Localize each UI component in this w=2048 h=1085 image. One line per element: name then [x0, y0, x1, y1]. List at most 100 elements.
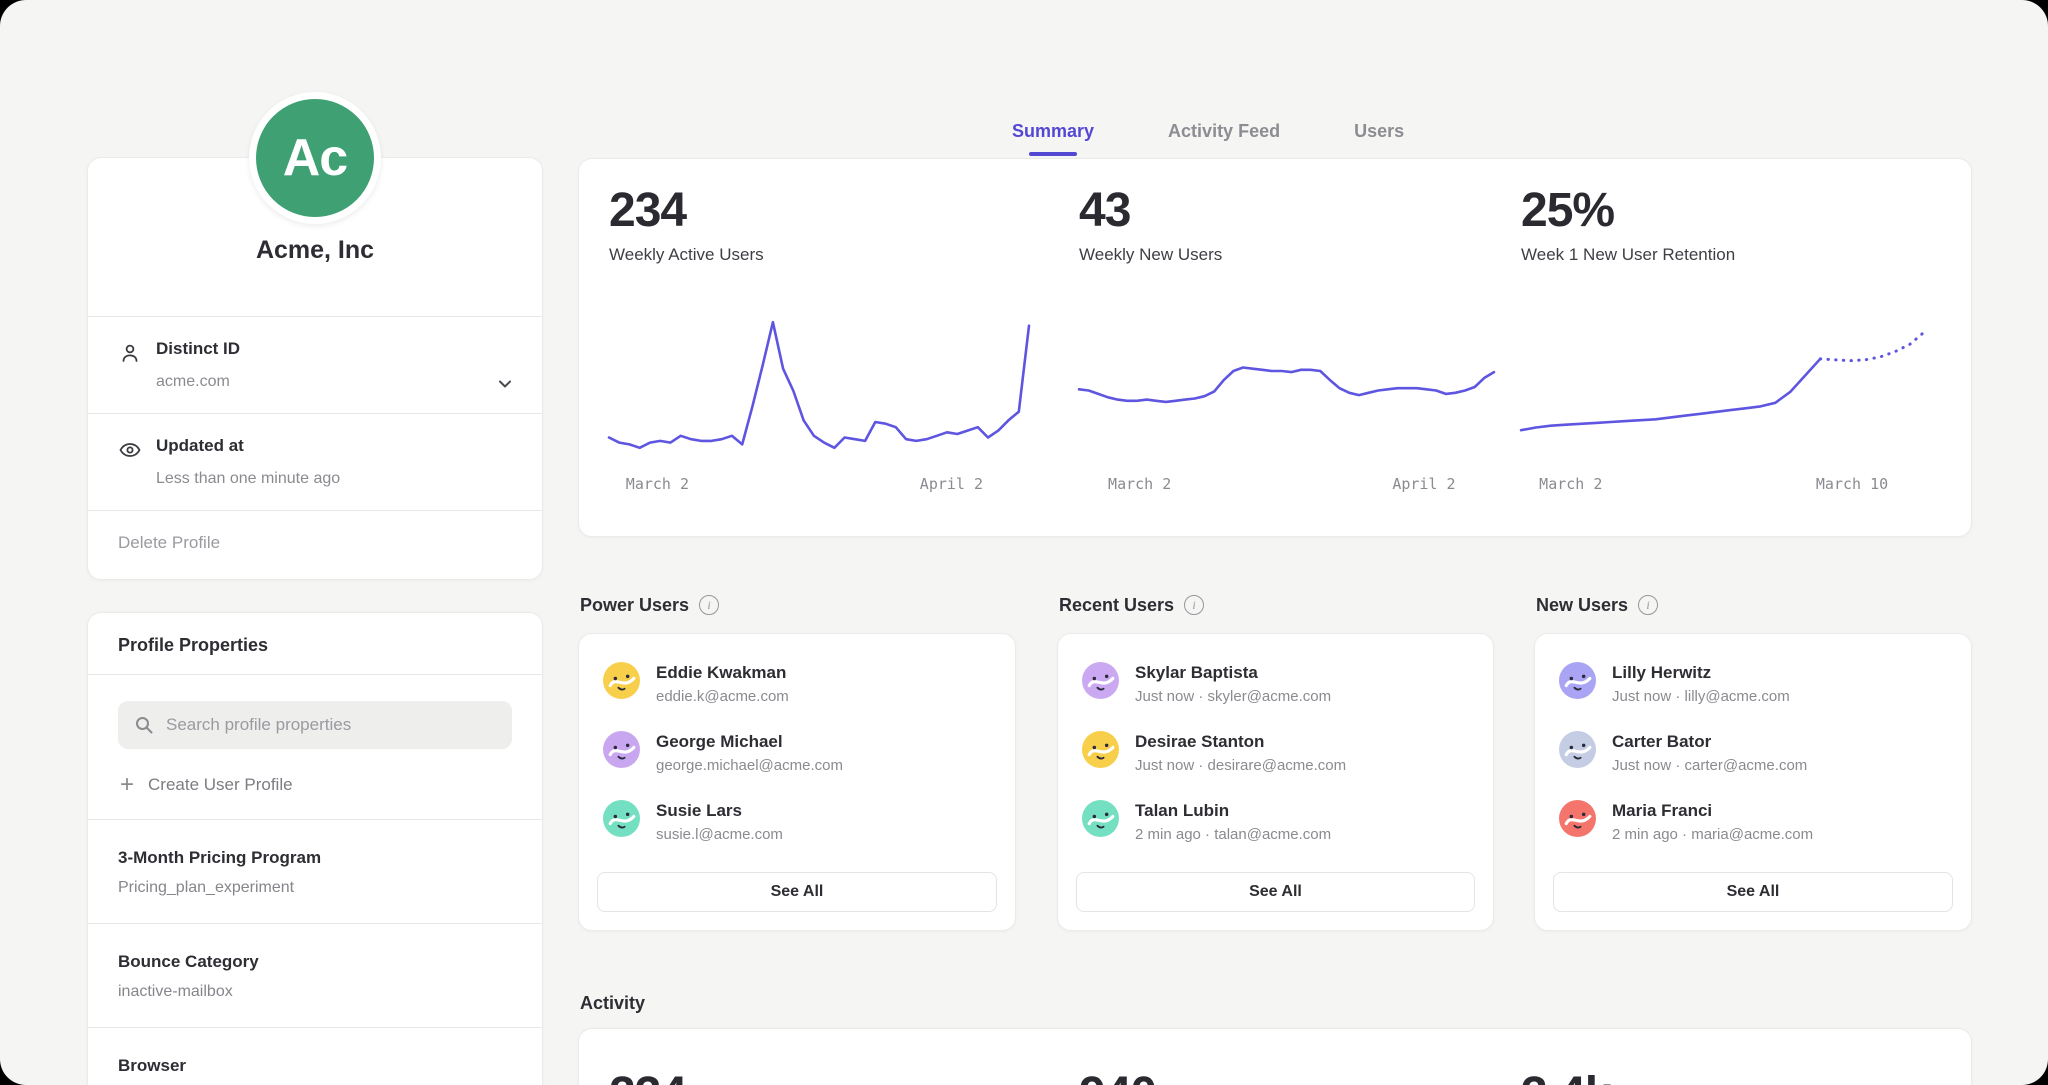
user-row[interactable]: Eddie Kwakman eddie.k@acme.com [603, 662, 995, 705]
x-tick: March 2 [1108, 475, 1171, 493]
user-detail: eddie.k@acme.com [656, 688, 789, 705]
user-avatar [1082, 662, 1119, 699]
distinct-id-value: acme.com [156, 373, 512, 391]
user-detail: Just now · carter@acme.com [1612, 757, 1807, 774]
power-users-title: Power Users [580, 595, 689, 616]
user-row[interactable]: George Michael george.michael@acme.com [603, 731, 995, 774]
user-row[interactable]: Carter Bator Just now · carter@acme.com [1559, 731, 1951, 774]
x-axis-ticks: March 2 April 2 [609, 475, 1029, 499]
updated-at-row: Updated at Less than one minute ago [88, 413, 542, 510]
new-users-title: New Users [1536, 595, 1628, 616]
info-icon[interactable] [1638, 595, 1658, 615]
tab-activity-feed[interactable]: Activity Feed [1168, 121, 1280, 158]
user-lists-row: Power Users Eddie Kwakman eddie.k@acme.c… [578, 593, 1972, 931]
profile-properties-card: Profile Properties + Create User Profile… [87, 612, 543, 1085]
info-icon[interactable] [1184, 595, 1204, 615]
user-row[interactable]: Maria Franci 2 min ago · maria@acme.com [1559, 800, 1951, 843]
user-name: Susie Lars [656, 801, 783, 821]
user-detail: susie.l@acme.com [656, 826, 783, 843]
recent-users-section: Recent Users Skylar Baptista Just now · … [1057, 593, 1494, 931]
x-tick: April 2 [920, 475, 983, 493]
user-avatar [1082, 800, 1119, 837]
see-all-button[interactable]: See All [1553, 872, 1953, 912]
stat-value: 234 [609, 185, 1029, 237]
user-name: Eddie Kwakman [656, 663, 789, 683]
activity-title: Activity [578, 993, 1972, 1017]
distinct-id-row[interactable]: Distinct ID acme.com [88, 316, 542, 413]
property-value: inactive-mailbox [118, 983, 512, 1001]
user-row[interactable]: Skylar Baptista Just now · skyler@acme.c… [1082, 662, 1473, 705]
user-avatar [603, 662, 640, 699]
user-avatar [1559, 731, 1596, 768]
property-row[interactable]: 3-Month Pricing Program Pricing_plan_exp… [88, 819, 542, 923]
tab-bar: Summary Activity Feed Users [578, 0, 1972, 158]
user-detail: 2 min ago · maria@acme.com [1612, 826, 1813, 843]
profile-properties-title: Profile Properties [88, 613, 542, 675]
power-users-card: Eddie Kwakman eddie.k@acme.com George Mi… [578, 633, 1016, 931]
updated-at-value: Less than one minute ago [156, 470, 512, 488]
user-name: Carter Bator [1612, 732, 1807, 752]
weekly-new-users-chart: March 2 April 2 [1079, 293, 1494, 499]
see-all-button[interactable]: See All [597, 872, 997, 912]
user-detail: Just now · desirare@acme.com [1135, 757, 1346, 774]
user-row[interactable]: Susie Lars susie.l@acme.com [603, 800, 995, 843]
x-axis-ticks: March 2 March 10 [1521, 475, 1925, 499]
distinct-id-label: Distinct ID [156, 337, 512, 361]
property-label: 3-Month Pricing Program [118, 848, 512, 868]
x-tick: March 2 [626, 475, 689, 493]
stat-weekly-new-users: 43 Weekly New Users March 2 April 2 [1079, 159, 1494, 536]
user-avatar [603, 800, 640, 837]
stat-value: 25% [1521, 185, 1925, 237]
user-detail: Just now · skyler@acme.com [1135, 688, 1331, 705]
info-icon[interactable] [699, 595, 719, 615]
activity-stats-card: 234 940 3.4k [578, 1028, 1972, 1085]
plus-icon: + [120, 776, 134, 794]
person-icon [118, 341, 142, 365]
activity-stat-value: 3.4k [1521, 1069, 1925, 1085]
eye-icon [118, 438, 142, 462]
company-profile-card: Ac Acme, Inc Distinct ID acme.com Update… [87, 157, 543, 580]
activity-stat-value: 940 [1079, 1069, 1494, 1085]
stat-label: Week 1 New User Retention [1521, 245, 1925, 265]
property-label: Bounce Category [118, 952, 512, 972]
property-value: Pricing_plan_experiment [118, 879, 512, 897]
main-content: Summary Activity Feed Users 234 Weekly A… [578, 0, 1972, 1085]
stat-label: Weekly Active Users [609, 245, 1029, 265]
user-row[interactable]: Lilly Herwitz Just now · lilly@acme.com [1559, 662, 1951, 705]
tab-summary[interactable]: Summary [1012, 121, 1094, 158]
tab-users[interactable]: Users [1354, 121, 1404, 158]
create-user-profile-label: Create User Profile [148, 775, 293, 795]
search-input[interactable] [118, 701, 512, 749]
property-row[interactable]: Browser Chrome [88, 1027, 542, 1085]
new-users-card: Lilly Herwitz Just now · lilly@acme.com … [1534, 633, 1972, 931]
updated-at-label: Updated at [156, 434, 512, 458]
search-icon [134, 715, 154, 735]
week1-retention-chart: March 2 March 10 [1521, 293, 1925, 499]
stat-weekly-active-users: 234 Weekly Active Users March 2 April 2 [609, 159, 1029, 536]
user-name: Skylar Baptista [1135, 663, 1331, 683]
delete-profile-button[interactable]: Delete Profile [88, 510, 542, 579]
company-avatar: Ac [249, 92, 381, 224]
user-row[interactable]: Talan Lubin 2 min ago · talan@acme.com [1082, 800, 1473, 843]
app-window: Ac Acme, Inc Distinct ID acme.com Update… [0, 0, 2048, 1085]
property-label: Browser [118, 1056, 512, 1076]
user-name: Talan Lubin [1135, 801, 1331, 821]
chevron-down-icon[interactable] [496, 375, 514, 393]
user-avatar [1082, 731, 1119, 768]
create-user-profile-button[interactable]: + Create User Profile [120, 775, 512, 795]
see-all-button[interactable]: See All [1076, 872, 1475, 912]
user-avatar [1559, 662, 1596, 699]
user-avatar [1559, 800, 1596, 837]
stat-week1-retention: 25% Week 1 New User Retention March 2 Ma… [1521, 159, 1925, 536]
user-name: George Michael [656, 732, 843, 752]
user-row[interactable]: Desirae Stanton Just now · desirare@acme… [1082, 731, 1473, 774]
profile-properties-search [118, 701, 512, 749]
summary-stats-card: 234 Weekly Active Users March 2 April 2 … [578, 158, 1972, 537]
x-axis-ticks: March 2 April 2 [1079, 475, 1494, 499]
property-row[interactable]: Bounce Category inactive-mailbox [88, 923, 542, 1027]
user-avatar [603, 731, 640, 768]
x-tick: March 2 [1539, 475, 1602, 493]
user-detail: Just now · lilly@acme.com [1612, 688, 1790, 705]
x-tick: March 10 [1816, 475, 1888, 493]
user-detail: 2 min ago · talan@acme.com [1135, 826, 1331, 843]
